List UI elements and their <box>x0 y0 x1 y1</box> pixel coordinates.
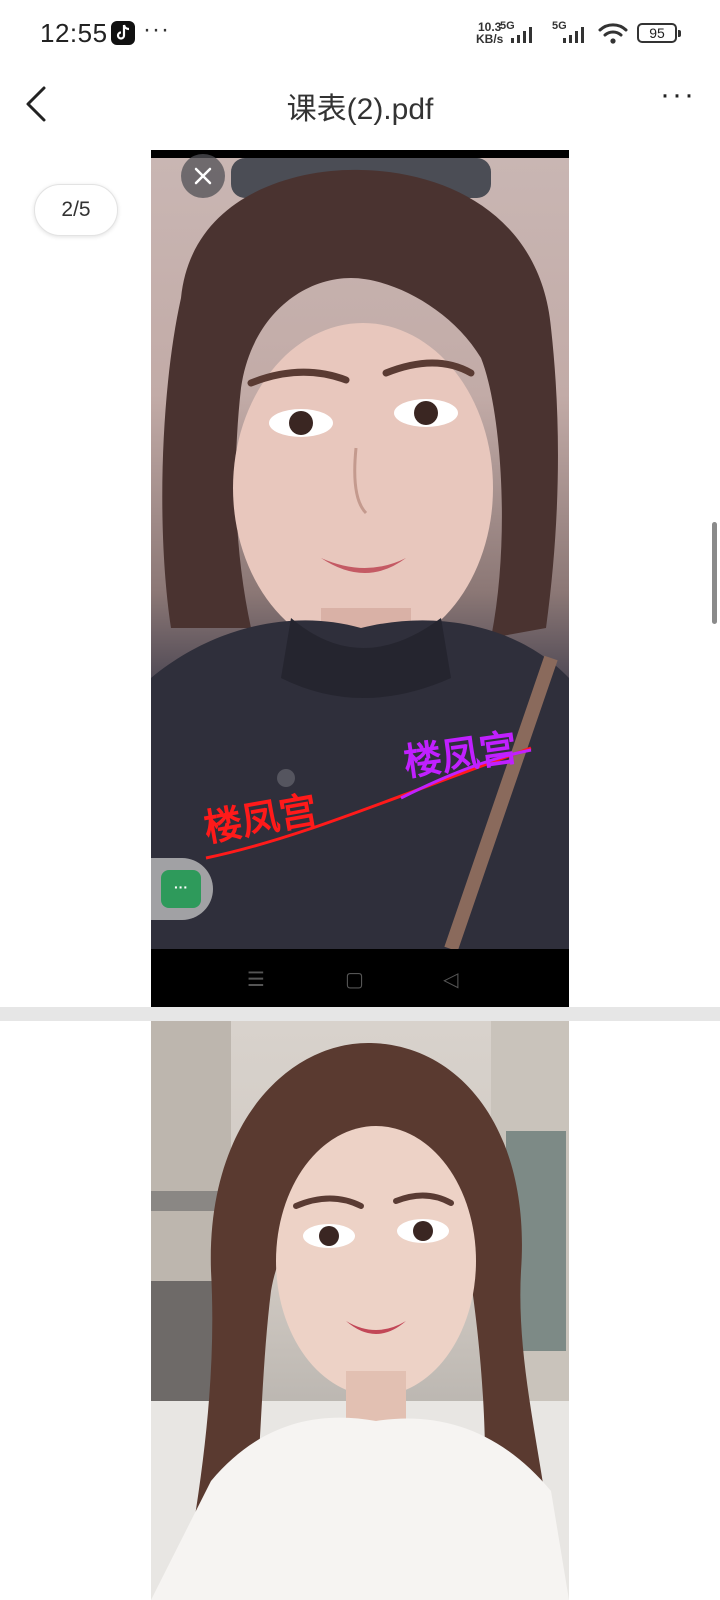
portrait-illustration <box>151 1021 569 1600</box>
pdf-page-image <box>151 1021 569 1600</box>
notification-more-icon: ··· <box>143 16 170 43</box>
app-header: 课表(2).pdf ··· <box>0 66 720 146</box>
tiktok-icon <box>111 21 135 45</box>
menu-icon: ☰ <box>247 969 265 991</box>
wifi-icon <box>598 23 628 44</box>
page-divider <box>0 1007 720 1021</box>
back-button[interactable] <box>18 84 58 124</box>
embedded-nav-bar: ☰ ▢ ◁ <box>151 949 569 1007</box>
scrollbar-thumb[interactable] <box>712 522 717 624</box>
chat-bubble-icon: ··· <box>161 870 201 908</box>
back-triangle-icon: ◁ <box>443 969 459 991</box>
chevron-left-icon <box>26 86 46 122</box>
more-menu-button[interactable]: ··· <box>660 78 696 112</box>
signal-bars-icon <box>511 27 532 43</box>
status-time: 12:55 <box>40 18 108 48</box>
close-icon <box>194 167 212 185</box>
photo-woman-selfie: 楼凤宫 楼凤宫 <box>151 158 569 949</box>
signal-bars-icon <box>563 27 584 43</box>
close-button[interactable] <box>181 154 225 198</box>
pdf-page-image: 楼凤宫 楼凤宫 ··· ☰ ▢ ◁ <box>151 150 569 1007</box>
battery-indicator: 95 <box>637 23 681 43</box>
network-speed-unit: KB/s <box>476 32 504 46</box>
home-square-icon: ▢ <box>345 969 364 991</box>
floating-chat-button[interactable]: ··· <box>151 858 213 920</box>
page-indicator: 2/5 <box>34 184 118 236</box>
status-bar: 12:55 ··· 10.3 KB/s 5G 5G 95 <box>0 0 720 66</box>
document-title: 课表(2).pdf <box>286 93 434 126</box>
